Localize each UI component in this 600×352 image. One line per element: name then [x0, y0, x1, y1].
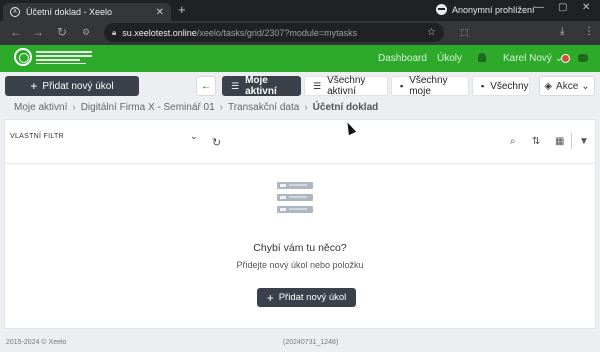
- arrow-left-icon: ←: [201, 80, 211, 92]
- filter-funnel-icon[interactable]: ▼: [579, 136, 589, 147]
- breadcrumb-item[interactable]: Transakční data: [228, 102, 299, 113]
- add-task-label: Přidat nový úkol: [42, 80, 114, 92]
- incognito-indicator[interactable]: Anonymní prohlížení: [436, 4, 535, 15]
- tab-my-active[interactable]: ☰ Moje aktivní: [222, 75, 301, 97]
- chat-icon[interactable]: [578, 54, 588, 62]
- filter-label: VLASTNÍ FILTR: [10, 132, 64, 140]
- actions-dropdown[interactable]: ◈ Akce ⌄: [539, 76, 595, 96]
- bell-icon[interactable]: [478, 53, 486, 62]
- empty-add-task-label: Přidat nový úkol: [278, 292, 347, 303]
- tab-all-active[interactable]: ☰ Všechny aktivní: [304, 75, 388, 97]
- chevron-right-icon: ›: [219, 102, 223, 113]
- actions-label: Akce: [556, 80, 579, 92]
- lock-icon: 🔒︎: [112, 27, 117, 37]
- close-window-icon[interactable]: ✕: [582, 2, 590, 13]
- breadcrumb: Moje aktivní › Digitální Firma X - Semin…: [14, 102, 378, 113]
- add-task-button[interactable]: + Přidat nový úkol: [5, 76, 139, 96]
- list-icon: ☰: [313, 80, 322, 91]
- breadcrumb-item[interactable]: Digitální Firma X - Seminář 01: [81, 102, 215, 113]
- menu-dots-icon[interactable]: ⋮: [584, 26, 594, 37]
- url-host: su.xeelotest.online: [122, 27, 197, 38]
- nav-dashboard[interactable]: Dashboard: [378, 53, 427, 64]
- footer-copyright: 2015-2024 © Xeelo: [6, 339, 67, 346]
- breadcrumb-current: Účetní doklad: [312, 102, 379, 113]
- new-tab-icon[interactable]: +: [178, 3, 186, 17]
- browser-tab-title: Účetní doklad - Xeelo: [26, 7, 113, 17]
- extension-icon[interactable]: ⬚: [460, 27, 469, 38]
- custom-filter-select[interactable]: VLASTNÍ FILTR ⌄: [10, 128, 198, 144]
- browser-tabstrip: X Účetní doklad - Xeelo ✕ + Anonymní pro…: [0, 0, 600, 21]
- language-flag-icon[interactable]: [561, 54, 570, 63]
- incognito-label: Anonymní prohlížení: [452, 4, 535, 15]
- chevron-down-icon: ⌄: [190, 130, 198, 141]
- toolbar-divider: [571, 133, 572, 149]
- close-tab-icon[interactable]: ✕: [156, 7, 164, 18]
- chevron-right-icon: ›: [304, 102, 308, 113]
- tab-all[interactable]: ▪ Všechny: [472, 76, 530, 96]
- download-icon[interactable]: ⤓: [560, 26, 564, 37]
- search-icon[interactable]: ⌕: [510, 136, 516, 147]
- university-wordmark: [36, 49, 92, 66]
- tab-label: Všechny aktivní: [327, 75, 366, 97]
- back-button[interactable]: ←: [196, 76, 216, 96]
- tab-label: Všechny moje: [409, 75, 448, 97]
- university-seal-icon: [14, 48, 32, 66]
- reload-icon[interactable]: ↻: [57, 25, 67, 39]
- forward-arrow-icon[interactable]: →: [32, 25, 44, 39]
- plus-icon: +: [266, 290, 274, 305]
- user-menu[interactable]: Karel Nový ⌄: [503, 53, 563, 64]
- panel-divider: [5, 163, 595, 164]
- browser-address-bar: ← → ↻ ⚙ 🔒︎ su.xeelotest.online /xeelo/ta…: [0, 21, 600, 45]
- tab-label: Moje aktivní: [245, 75, 277, 97]
- empty-state-subtitle: Přidejte nový úkol nebo položku: [236, 260, 364, 270]
- archive-icon: ▪: [481, 81, 485, 91]
- empty-state-title: Chybí vám tu něco?: [253, 242, 347, 254]
- layers-icon: ◈: [544, 80, 553, 92]
- archive-icon: ▪: [400, 81, 404, 91]
- university-logo[interactable]: [14, 48, 92, 66]
- incognito-icon: [436, 4, 447, 15]
- chevron-right-icon: ›: [72, 102, 76, 113]
- user-name: Karel Nový: [503, 53, 552, 64]
- breadcrumb-item[interactable]: Moje aktivní: [14, 102, 67, 113]
- url-path: /xeelo/tasks/grid/2307?module=mytasks: [196, 27, 358, 38]
- columns-icon[interactable]: ▦: [555, 136, 564, 147]
- xeelo-favicon-icon: X: [10, 7, 20, 17]
- back-arrow-icon[interactable]: ←: [10, 25, 22, 39]
- maximize-icon[interactable]: ▢: [558, 2, 567, 13]
- minimize-icon[interactable]: —: [534, 2, 544, 13]
- browser-tab[interactable]: X Účetní doklad - Xeelo ✕: [3, 3, 171, 21]
- empty-list-illustration-icon: [277, 182, 321, 218]
- chevron-down-icon: ⌄: [581, 80, 590, 92]
- sort-icon[interactable]: ⇅: [532, 136, 540, 147]
- tab-label: Všechny: [490, 80, 529, 92]
- empty-add-task-button[interactable]: + Přidat nový úkol: [257, 288, 356, 307]
- nav-tasks[interactable]: Úkoly: [437, 53, 462, 64]
- plus-icon: +: [30, 79, 38, 93]
- site-settings-icon[interactable]: ⚙: [82, 27, 90, 38]
- list-check-icon: ☰: [231, 80, 240, 91]
- refresh-icon[interactable]: ↻: [212, 136, 221, 149]
- footer-version: (20240731_1248): [283, 339, 339, 346]
- task-grid-panel: VLASTNÍ FILTR ⌄ ↻ ⌕ ⇅ ▦ ▼ Chybí vám tu n…: [4, 119, 596, 329]
- url-input[interactable]: 🔒︎ su.xeelotest.online /xeelo/tasks/grid…: [104, 23, 444, 42]
- bookmark-star-icon[interactable]: ☆: [427, 27, 436, 38]
- tab-all-mine[interactable]: ▪ Všechny moje: [391, 75, 469, 97]
